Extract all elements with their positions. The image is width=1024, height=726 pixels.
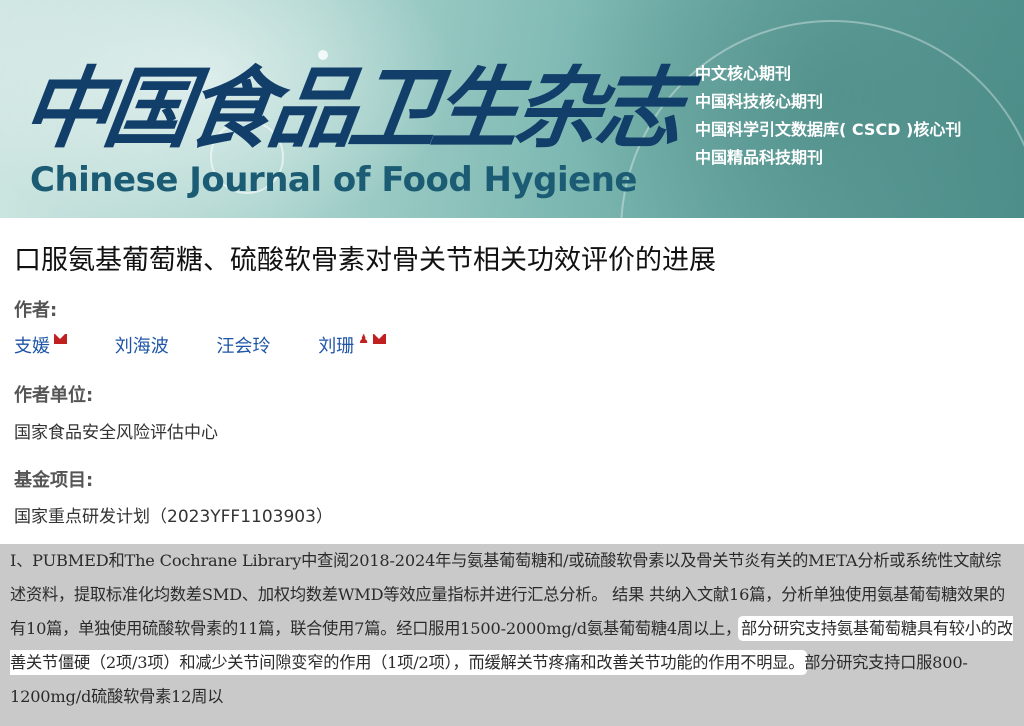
fund-value: 国家重点研发计划（2023YFF1103903） (14, 507, 333, 527)
badge-item: 中国科技核心期刊 (695, 92, 824, 111)
journal-banner: 中国食品卫生杂志 Chinese Journal of Food Hygiene… (0, 0, 1024, 218)
journal-badges: 中文核心期刊 中国科技核心期刊 中国科学引文数据库( CSCD )核心刊 中国精… (695, 60, 961, 172)
person-icon: ♟ (358, 332, 369, 346)
author-list: 支媛 刘海波 汪会玲 刘珊 ♟ (14, 332, 428, 358)
mail-icon[interactable] (54, 334, 67, 344)
journal-logo-cn: 中国食品卫生杂志 (15, 56, 687, 160)
affiliation-value: 国家食品安全风险评估中心 (14, 423, 218, 443)
badge-item: 中国精品科技期刊 (695, 148, 824, 167)
abstract-paragraph: I、PUBMED和The Cochrane Library中查阅2018-202… (0, 544, 1024, 714)
author-link[interactable]: 刘珊 ♟ (318, 332, 386, 358)
author-name[interactable]: 刘海波 (115, 336, 169, 357)
abstract-text: I、PUBMED和The Cochrane Library中查阅2018-202… (0, 544, 1024, 726)
fund-label: 基金项目: (14, 470, 94, 491)
author-link[interactable]: 刘海波 (115, 332, 169, 358)
article-title: 口服氨基葡萄糖、硫酸软骨素对骨关节相关功效评价的进展 (14, 245, 716, 276)
badge-item: 中国科学引文数据库( CSCD )核心刊 (695, 120, 962, 139)
author-name[interactable]: 汪会玲 (216, 336, 270, 357)
affiliation-label: 作者单位: (14, 385, 94, 406)
author-name[interactable]: 支媛 (14, 336, 50, 357)
mail-icon[interactable] (372, 334, 386, 344)
badge-item: 中文核心期刊 (695, 64, 792, 83)
authors-label: 作者: (14, 300, 58, 321)
journal-title-en: Chinese Journal of Food Hygiene (30, 160, 638, 200)
author-name[interactable]: 刘珊 (318, 336, 354, 357)
author-link[interactable]: 支媛 (14, 332, 67, 358)
author-link[interactable]: 汪会玲 (216, 332, 270, 358)
